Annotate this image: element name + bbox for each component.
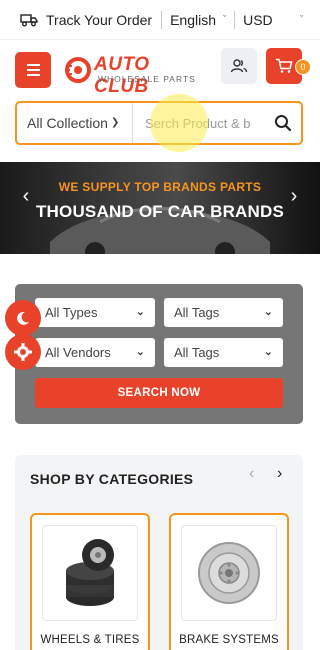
chevron-down-icon: ˇ (300, 13, 304, 24)
search-bar: All Collection ❯ (15, 101, 303, 145)
users-icon (230, 59, 248, 73)
tires-icon (66, 539, 114, 606)
tire-logo-icon (65, 57, 91, 83)
chevron-down-icon: ❯ (110, 116, 120, 128)
tags-select-2[interactable]: All Tags ⌄ (164, 338, 283, 367)
currency-value: USD (243, 11, 273, 28)
menu-button[interactable] (15, 52, 51, 88)
parts-filter: All Types ⌄ All Tags ⌄ All Vendors ⌄ All… (15, 284, 303, 424)
category-image (42, 525, 138, 621)
hamburger-icon-line (26, 69, 40, 71)
logo[interactable]: AUTO CLUB WHOLESALE PARTS (64, 54, 204, 97)
hero-banner: ‹ WE SUPPLY TOP BRANDS PARTS THOUSAND OF… (0, 162, 320, 254)
settings-button[interactable] (5, 334, 41, 370)
chevron-down-icon: ⌄ (263, 346, 273, 358)
site-header: AUTO CLUB WHOLESALE PARTS (0, 40, 320, 97)
search-now-button[interactable]: SEARCH NOW (35, 378, 283, 408)
types-select[interactable]: All Types ⌄ (35, 298, 155, 327)
category-image (181, 525, 277, 621)
chevron-down-icon: ˇ (223, 13, 227, 24)
category-label: BRAKE SYSTEMS (179, 634, 279, 646)
tags-select[interactable]: All Tags ⌄ (164, 298, 283, 327)
banner-next-button[interactable]: › (284, 186, 304, 206)
currency-select[interactable]: USD ˇ (235, 12, 311, 28)
account-button[interactable] (221, 48, 257, 84)
chevron-down-icon: ⌄ (135, 306, 145, 318)
banner-subtitle: WE SUPPLY TOP BRANDS PARTS (58, 180, 262, 194)
tags-value-2: All Tags (174, 345, 220, 360)
search-icon (275, 115, 292, 132)
types-value: All Types (45, 305, 98, 320)
hamburger-icon (26, 64, 40, 66)
track-order-label: Track Your Order (46, 11, 153, 28)
gear-icon (14, 343, 32, 361)
truck-icon (20, 13, 38, 26)
chevron-down-icon: ⌄ (263, 306, 273, 318)
category-card[interactable]: WHEELS & TIRES (30, 513, 150, 650)
top-bar: Track Your Order English ˇ USD ˇ (0, 0, 320, 40)
tags-value: All Tags (174, 305, 220, 320)
categories-section: SHOP BY CATEGORIES ‹ › WHEELS & TIRES BR… (15, 455, 303, 650)
theme-toggle-button[interactable] (5, 300, 41, 336)
cart-count-badge: 0 (295, 59, 311, 75)
cart-icon (276, 58, 293, 73)
hamburger-icon-line (26, 74, 40, 76)
collection-select[interactable]: All Collection ❯ (17, 103, 133, 143)
collection-value: All Collection (27, 115, 108, 131)
banner-title: THOUSAND OF CAR BRANDS (35, 202, 285, 221)
track-order-link[interactable]: Track Your Order (0, 0, 152, 40)
brake-disc-icon (198, 542, 260, 604)
search-input[interactable] (133, 103, 265, 143)
section-title: SHOP BY CATEGORIES (30, 471, 194, 487)
moon-icon (17, 311, 29, 325)
language-select[interactable]: English ˇ (162, 12, 234, 28)
language-value: English (170, 11, 217, 28)
category-label: WHEELS & TIRES (40, 634, 140, 646)
category-card[interactable]: BRAKE SYSTEMS (169, 513, 289, 650)
search-button[interactable] (265, 103, 301, 143)
logo-subtitle: WHOLESALE PARTS (98, 74, 196, 84)
categories-prev-button[interactable]: ‹ (249, 465, 265, 485)
chevron-down-icon: ⌄ (135, 346, 145, 358)
vendors-select[interactable]: All Vendors ⌄ (35, 338, 155, 367)
categories-next-button[interactable]: › (277, 465, 293, 485)
vendors-value: All Vendors (45, 345, 111, 360)
